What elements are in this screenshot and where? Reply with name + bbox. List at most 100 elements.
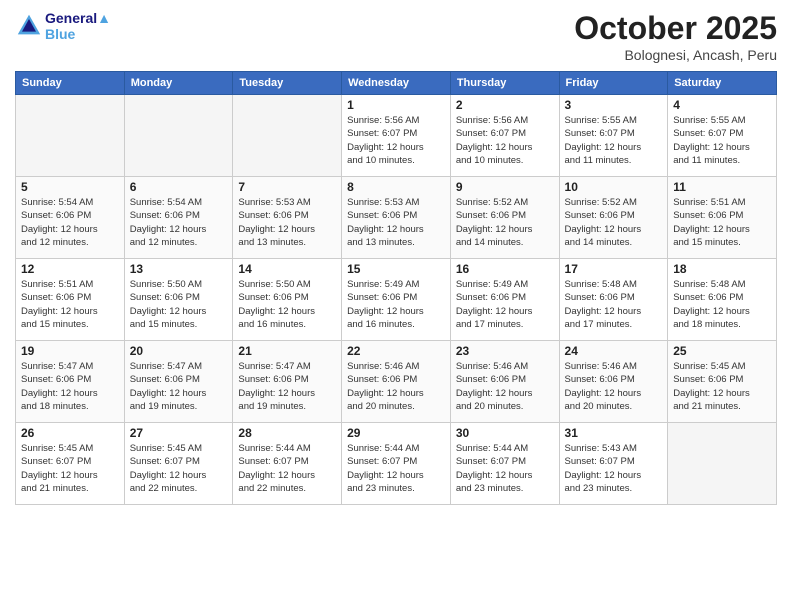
day-info: Sunrise: 5:45 AMSunset: 6:07 PMDaylight:…: [130, 442, 228, 495]
day-info: Sunrise: 5:45 AMSunset: 6:06 PMDaylight:…: [673, 360, 771, 413]
day-info: Sunrise: 5:46 AMSunset: 6:06 PMDaylight:…: [456, 360, 554, 413]
calendar-cell: 15Sunrise: 5:49 AMSunset: 6:06 PMDayligh…: [342, 259, 451, 341]
calendar-cell: 18 Sunrise: 5:48 AMSunset: 6:06 PMDayligh…: [668, 259, 777, 341]
day-number: 26: [21, 426, 119, 440]
calendar-cell: 26 Sunrise: 5:45 AMSunset: 6:07 PMDayligh…: [16, 423, 125, 505]
month-title: October 2025: [574, 10, 777, 47]
day-number: 11: [673, 180, 771, 194]
calendar-cell: 3 Sunrise: 5:55 AMSunset: 6:07 PMDaylight…: [559, 95, 668, 177]
day-number: 20: [130, 344, 228, 358]
col-header-sunday: Sunday: [16, 72, 125, 95]
calendar-cell: [668, 423, 777, 505]
day-info: Sunrise: 5:44 AMSunset: 6:07 PMDaylight:…: [347, 442, 445, 495]
day-number: 25: [673, 344, 771, 358]
calendar-cell: 23 Sunrise: 5:46 AMSunset: 6:06 PMDayligh…: [450, 341, 559, 423]
day-info: Sunrise: 5:48 AMSunset: 6:06 PMDaylight:…: [673, 278, 771, 331]
calendar-cell: 7 Sunrise: 5:53 AMSunset: 6:06 PMDaylight…: [233, 177, 342, 259]
day-number: 17: [565, 262, 663, 276]
day-info: Sunrise: 5:46 AMSunset: 6:06 PMDaylight:…: [565, 360, 663, 413]
col-header-thursday: Thursday: [450, 72, 559, 95]
day-info: Sunrise: 5:53 AMSunset: 6:06 PMDaylight:…: [238, 196, 336, 249]
calendar-cell: 13 Sunrise: 5:50 AMSunset: 6:06 PMDayligh…: [124, 259, 233, 341]
week-row-0: 1Sunrise: 5:56 AMSunset: 6:07 PMDaylight…: [16, 95, 777, 177]
day-number: 13: [130, 262, 228, 276]
calendar-cell: 14Sunrise: 5:50 AMSunset: 6:06 PMDayligh…: [233, 259, 342, 341]
calendar-cell: [16, 95, 125, 177]
day-info: Sunrise: 5:52 AMSunset: 6:06 PMDaylight:…: [456, 196, 554, 249]
day-info: Sunrise: 5:47 AMSunset: 6:06 PMDaylight:…: [21, 360, 119, 413]
calendar-header-row: SundayMondayTuesdayWednesdayThursdayFrid…: [16, 72, 777, 95]
calendar-cell: 16 Sunrise: 5:49 AMSunset: 6:06 PMDayligh…: [450, 259, 559, 341]
calendar-cell: 9Sunrise: 5:52 AMSunset: 6:06 PMDaylight…: [450, 177, 559, 259]
calendar-cell: 5Sunrise: 5:54 AMSunset: 6:06 PMDaylight…: [16, 177, 125, 259]
day-info: Sunrise: 5:53 AMSunset: 6:06 PMDaylight:…: [347, 196, 445, 249]
day-info: Sunrise: 5:47 AMSunset: 6:06 PMDaylight:…: [130, 360, 228, 413]
col-header-friday: Friday: [559, 72, 668, 95]
calendar-cell: 4 Sunrise: 5:55 AMSunset: 6:07 PMDaylight…: [668, 95, 777, 177]
calendar-cell: 22 Sunrise: 5:46 AMSunset: 6:06 PMDayligh…: [342, 341, 451, 423]
calendar-cell: 27 Sunrise: 5:45 AMSunset: 6:07 PMDayligh…: [124, 423, 233, 505]
day-number: 19: [21, 344, 119, 358]
col-header-monday: Monday: [124, 72, 233, 95]
day-number: 30: [456, 426, 554, 440]
day-info: Sunrise: 5:56 AMSunset: 6:07 PMDaylight:…: [456, 114, 554, 167]
day-number: 22: [347, 344, 445, 358]
day-number: 6: [130, 180, 228, 194]
col-header-tuesday: Tuesday: [233, 72, 342, 95]
location: Bolognesi, Ancash, Peru: [574, 47, 777, 63]
calendar-cell: 12 Sunrise: 5:51 AMSunset: 6:06 PMDayligh…: [16, 259, 125, 341]
week-row-3: 19 Sunrise: 5:47 AMSunset: 6:06 PMDayligh…: [16, 341, 777, 423]
day-number: 29: [347, 426, 445, 440]
day-info: Sunrise: 5:45 AMSunset: 6:07 PMDaylight:…: [21, 442, 119, 495]
day-info: Sunrise: 5:44 AMSunset: 6:07 PMDaylight:…: [456, 442, 554, 495]
day-number: 12: [21, 262, 119, 276]
calendar-cell: 8 Sunrise: 5:53 AMSunset: 6:06 PMDaylight…: [342, 177, 451, 259]
title-block: October 2025 Bolognesi, Ancash, Peru: [574, 10, 777, 63]
calendar-cell: 25 Sunrise: 5:45 AMSunset: 6:06 PMDayligh…: [668, 341, 777, 423]
day-number: 8: [347, 180, 445, 194]
calendar-cell: 28Sunrise: 5:44 AMSunset: 6:07 PMDayligh…: [233, 423, 342, 505]
calendar: SundayMondayTuesdayWednesdayThursdayFrid…: [15, 71, 777, 505]
day-number: 27: [130, 426, 228, 440]
day-number: 2: [456, 98, 554, 112]
day-number: 14: [238, 262, 336, 276]
logo: General▲ Blue: [15, 10, 111, 42]
week-row-2: 12 Sunrise: 5:51 AMSunset: 6:06 PMDayligh…: [16, 259, 777, 341]
day-info: Sunrise: 5:51 AMSunset: 6:06 PMDaylight:…: [673, 196, 771, 249]
calendar-cell: 17Sunrise: 5:48 AMSunset: 6:06 PMDayligh…: [559, 259, 668, 341]
week-row-4: 26 Sunrise: 5:45 AMSunset: 6:07 PMDayligh…: [16, 423, 777, 505]
calendar-cell: 19 Sunrise: 5:47 AMSunset: 6:06 PMDayligh…: [16, 341, 125, 423]
calendar-cell: 21 Sunrise: 5:47 AMSunset: 6:06 PMDayligh…: [233, 341, 342, 423]
calendar-cell: 30 Sunrise: 5:44 AMSunset: 6:07 PMDayligh…: [450, 423, 559, 505]
header: General▲ Blue October 2025 Bolognesi, An…: [15, 10, 777, 63]
day-info: Sunrise: 5:55 AMSunset: 6:07 PMDaylight:…: [673, 114, 771, 167]
day-info: Sunrise: 5:56 AMSunset: 6:07 PMDaylight:…: [347, 114, 445, 167]
day-number: 4: [673, 98, 771, 112]
logo-text: General▲ Blue: [45, 10, 111, 42]
day-number: 18: [673, 262, 771, 276]
day-info: Sunrise: 5:50 AMSunset: 6:06 PMDaylight:…: [130, 278, 228, 331]
day-info: Sunrise: 5:55 AMSunset: 6:07 PMDaylight:…: [565, 114, 663, 167]
col-header-wednesday: Wednesday: [342, 72, 451, 95]
calendar-cell: 6Sunrise: 5:54 AMSunset: 6:06 PMDaylight…: [124, 177, 233, 259]
day-number: 10: [565, 180, 663, 194]
col-header-saturday: Saturday: [668, 72, 777, 95]
calendar-cell: [124, 95, 233, 177]
week-row-1: 5Sunrise: 5:54 AMSunset: 6:06 PMDaylight…: [16, 177, 777, 259]
day-number: 23: [456, 344, 554, 358]
day-number: 28: [238, 426, 336, 440]
day-number: 24: [565, 344, 663, 358]
calendar-cell: 24 Sunrise: 5:46 AMSunset: 6:06 PMDayligh…: [559, 341, 668, 423]
day-number: 7: [238, 180, 336, 194]
day-info: Sunrise: 5:43 AMSunset: 6:07 PMDaylight:…: [565, 442, 663, 495]
day-info: Sunrise: 5:51 AMSunset: 6:06 PMDaylight:…: [21, 278, 119, 331]
day-number: 21: [238, 344, 336, 358]
day-info: Sunrise: 5:47 AMSunset: 6:06 PMDaylight:…: [238, 360, 336, 413]
calendar-cell: 10Sunrise: 5:52 AMSunset: 6:06 PMDayligh…: [559, 177, 668, 259]
calendar-cell: 11 Sunrise: 5:51 AMSunset: 6:06 PMDayligh…: [668, 177, 777, 259]
day-info: Sunrise: 5:49 AMSunset: 6:06 PMDaylight:…: [456, 278, 554, 331]
day-number: 3: [565, 98, 663, 112]
page: General▲ Blue October 2025 Bolognesi, An…: [0, 0, 792, 612]
day-number: 16: [456, 262, 554, 276]
day-info: Sunrise: 5:46 AMSunset: 6:06 PMDaylight:…: [347, 360, 445, 413]
